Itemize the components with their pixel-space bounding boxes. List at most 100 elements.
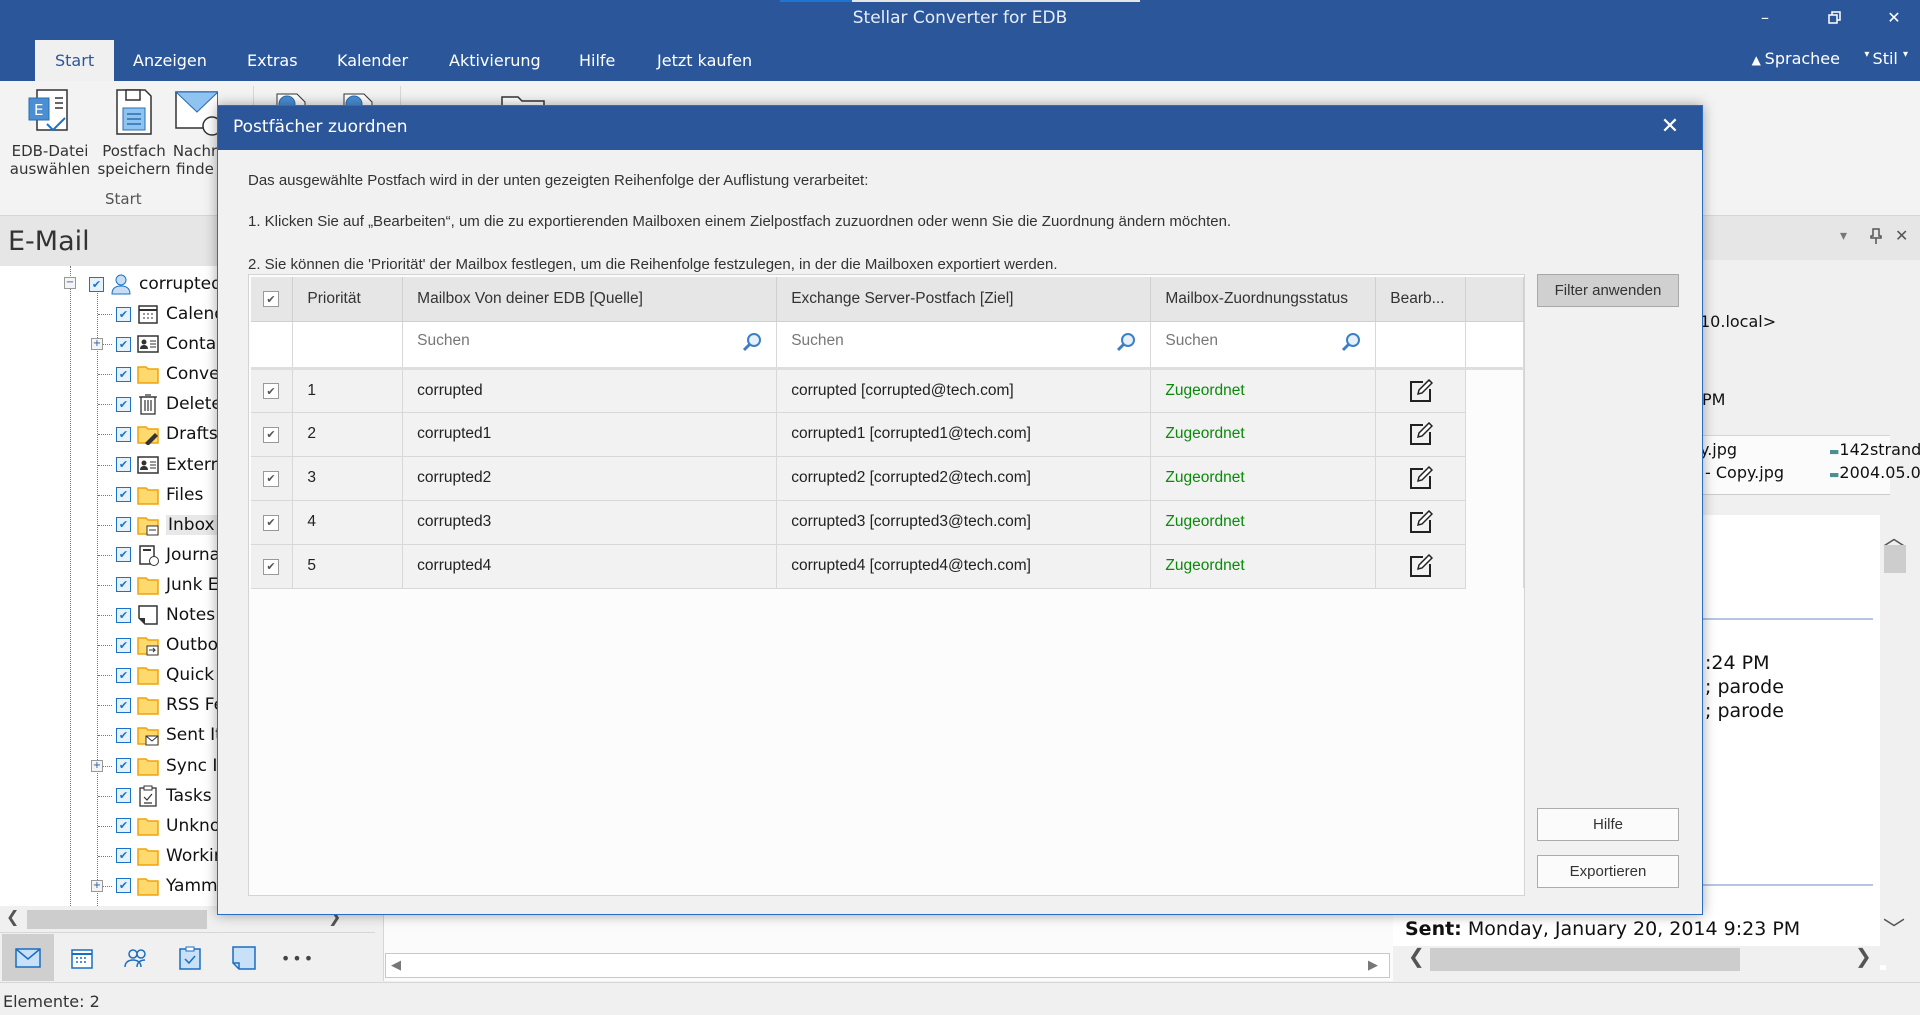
edit-icon[interactable] [1390,554,1451,578]
search-target-input[interactable]: Suchen [776,321,1152,370]
nav-notes[interactable] [219,938,269,978]
search-icon[interactable] [1116,332,1136,357]
dialog-close-button[interactable]: ✕ [1656,113,1684,141]
search-icon[interactable] [1341,332,1361,357]
tree-item-folder[interactable]: ✔ Files [116,481,203,509]
tree-item-folder[interactable]: ✔ Inbox [116,511,217,539]
checkbox[interactable]: ✔ [116,607,131,623]
priority-cell[interactable]: 5 [292,544,404,589]
edit-icon[interactable] [1390,378,1451,403]
expand-icon[interactable]: + [91,879,103,892]
scrollbar-thumb[interactable] [1884,545,1906,573]
tree-item-folder[interactable]: ✔ Outbo [116,631,218,659]
tree-item-folder[interactable]: ✔ RSS Fe [116,691,224,719]
tree-item-folder[interactable]: ✔ Conver [116,360,227,388]
checkbox[interactable]: ✔ [116,306,131,322]
search-status-input[interactable]: Suchen [1150,321,1377,370]
priority-cell[interactable]: 4 [292,500,404,545]
checkbox[interactable]: ✔ [89,276,104,292]
tree-root[interactable]: ✔ corrupted [89,270,222,298]
table-row[interactable]: ✔ 1 corrupted corrupted [corrupted@tech.com… [251,368,1524,413]
horizontal-scrollbar[interactable] [385,953,1390,978]
find-message-button[interactable]: Nachr finde [172,86,218,178]
table-row[interactable]: ✔ 2 corrupted1 corrupted1 [corrupted1@tech.… [251,412,1524,457]
edit-cell[interactable] [1375,500,1467,545]
table-row[interactable]: ✔ 3 corrupted2 corrupted2 [corrupted2@tech.… [251,456,1524,501]
attachment-name[interactable]: - Copy.jpg [1705,463,1784,482]
tree-item-folder[interactable]: ✔ Notes [116,601,215,629]
vertical-scrollbar[interactable] [1880,515,1920,965]
row-checkbox[interactable]: ✔ [263,470,279,487]
checkbox[interactable]: ✔ [116,577,131,593]
tree-item-folder[interactable]: ✔ Unkno [116,812,220,840]
save-mailbox-button[interactable]: Postfach speichern [94,86,174,178]
select-all-header[interactable]: ✔ [251,277,294,322]
tree-item-folder[interactable]: ✔ Journa [116,541,220,569]
row-checkbox-cell[interactable]: ✔ [251,544,294,589]
edit-icon[interactable] [1390,510,1451,534]
edit-cell[interactable] [1375,544,1467,589]
tree-item-folder[interactable]: ✔ Quick S [116,661,230,689]
search-source-input[interactable]: Suchen [402,321,778,370]
checkbox[interactable]: ✔ [116,727,131,743]
row-checkbox-cell[interactable]: ✔ [251,368,294,413]
help-button[interactable]: Hilfe [1537,808,1679,841]
nav-tasks[interactable] [165,938,215,978]
tree-item-folder[interactable]: ✔ Tasks [116,782,212,810]
tree-item-folder[interactable]: ✔ Junk Er [116,571,226,599]
column-header-priority[interactable]: Priorität [292,277,404,322]
edit-cell[interactable] [1375,456,1467,501]
priority-cell[interactable]: 2 [292,412,404,457]
expand-icon[interactable]: + [91,338,103,351]
row-checkbox-cell[interactable]: ✔ [251,500,294,545]
row-checkbox[interactable]: ✔ [263,383,279,399]
dropdown-icon[interactable]: ▾ [1840,228,1847,244]
apply-filter-button[interactable]: Filter anwenden [1537,274,1679,307]
attachment-name[interactable]: ▬2004.05.0 [1829,463,1920,482]
tree-item-folder[interactable]: ✔ Yamm [116,872,218,900]
scroll-left-icon[interactable]: ❮ [1408,944,1425,968]
row-checkbox-cell[interactable]: ✔ [251,456,294,501]
tree-item-folder[interactable]: ✔ Workir [116,842,221,870]
checkbox[interactable]: ✔ [116,637,131,653]
checkbox[interactable]: ✔ [116,517,131,533]
column-header-status[interactable]: Mailbox-Zuordnungsstatus [1150,277,1377,322]
scroll-right-icon[interactable]: ▶ [1368,958,1378,973]
edit-cell[interactable] [1375,412,1467,457]
priority-cell[interactable]: 3 [292,456,404,501]
column-header-target[interactable]: Exchange Server-Postfach [Ziel] [776,277,1152,322]
select-all-checkbox[interactable]: ✔ [263,291,279,308]
checkbox[interactable]: ✔ [116,667,131,683]
language-menu[interactable]: ▲ Sprachee [1752,49,1840,68]
tab-aktivierung[interactable]: Aktivierung [429,40,561,81]
column-header-edit[interactable]: Bearb... [1375,277,1467,322]
scrollbar-thumb[interactable] [1430,948,1740,971]
checkbox[interactable]: ✔ [116,818,131,834]
nav-mail[interactable] [3,938,53,978]
expand-icon[interactable]: + [91,759,103,772]
edit-cell[interactable] [1375,368,1467,413]
checkbox[interactable]: ✔ [116,788,131,804]
search-icon[interactable] [742,332,762,357]
pin-icon[interactable] [1870,228,1882,248]
select-edb-button[interactable]: E EDB-Datei auswählen [8,86,92,178]
tab-start[interactable]: Start [35,40,115,81]
close-pane-icon[interactable]: ✕ [1895,226,1908,245]
scroll-right-icon[interactable]: ❯ [1855,944,1872,968]
edit-icon[interactable] [1390,422,1451,446]
tree-item-folder[interactable]: ✔ Calend [116,300,225,328]
attachment-name[interactable]: ▬142strand [1829,440,1920,459]
checkbox[interactable]: ✔ [116,336,131,352]
checkbox[interactable]: ✔ [116,878,131,894]
checkbox[interactable]: ✔ [116,457,131,472]
tree-item-folder[interactable]: ✔ Delete [116,390,222,418]
nav-calendar[interactable] [57,938,107,978]
tree-item-folder[interactable]: ✔ Contac [116,330,225,358]
checkbox[interactable]: ✔ [116,396,131,412]
tab-jetzt-kaufen[interactable]: Jetzt kaufen [637,40,772,81]
row-checkbox-cell[interactable]: ✔ [251,412,294,457]
tree-item-folder[interactable]: ✔ Sent It [116,721,222,749]
table-row[interactable]: ✔ 4 corrupted3 corrupted3 [corrupted3@tech.… [251,500,1524,545]
more-icon[interactable]: ••• [273,938,323,978]
tab-anzeigen[interactable]: Anzeigen [113,40,227,81]
